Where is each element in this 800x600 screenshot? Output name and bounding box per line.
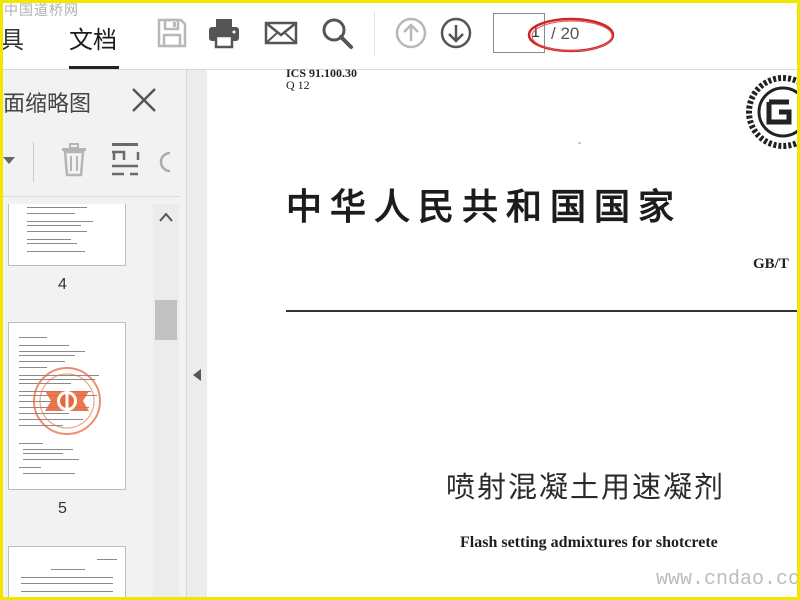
email-icon[interactable] [264, 16, 298, 50]
scroll-up-icon[interactable] [159, 212, 173, 222]
watermark-bottom: www.cndao.com [656, 568, 800, 591]
previous-page-icon[interactable] [394, 16, 428, 50]
thumbnail-label: 5 [58, 500, 67, 517]
watermark-top: 中国道桥网 [4, 3, 79, 19]
thumbnail-label: 4 [58, 276, 67, 293]
scrollbar-thumb[interactable] [155, 300, 177, 340]
highlight-ellipse [527, 17, 615, 53]
document-title-chinese: 喷射混凝土用速凝剂 [446, 470, 726, 504]
page-mark: ˇ [577, 142, 582, 153]
stamp-seal [33, 367, 101, 435]
active-tab-underline [69, 66, 119, 69]
thumbnail-scrollbar[interactable] [153, 204, 179, 600]
gb-code: GB/T [753, 256, 789, 272]
sidebar-toolbar [0, 132, 186, 187]
gb-logo [746, 75, 800, 149]
thumbnail-page-5[interactable] [8, 322, 126, 490]
sidebar-toolbar-divider [33, 142, 34, 182]
sidebar-collapse-strip[interactable] [187, 70, 207, 600]
delete-icon[interactable] [58, 142, 90, 178]
save-icon[interactable] [155, 16, 189, 50]
rotate-icon[interactable] [158, 150, 172, 174]
dropdown-icon[interactable] [2, 156, 16, 166]
heading-rule [286, 310, 800, 312]
next-page-icon[interactable] [439, 16, 473, 50]
tab-document[interactable]: 文档 [69, 20, 117, 55]
national-standard-heading: 中华人民共和国国家 [286, 186, 683, 228]
sidebar-separator [0, 196, 180, 197]
document-title-english: Flash setting admixtures for shotcrete [460, 534, 718, 551]
print-icon[interactable] [207, 16, 241, 50]
classification-code: Q 12 [286, 78, 310, 92]
thumbnail-page-4[interactable] [8, 204, 126, 266]
document-view: ICS 91.100.30 Q 12 ˇ 中华人民共和国国家 GB/T 喷射混凝… [207, 66, 800, 600]
toolbar-separator [374, 12, 375, 56]
close-icon[interactable] [130, 86, 158, 114]
thumbnail-page-6[interactable] [8, 546, 126, 600]
collapse-left-icon[interactable] [191, 368, 203, 382]
thumbnail-sidebar: 面缩略图 4 5 [0, 70, 187, 600]
tab-tools[interactable]: 具 [0, 20, 24, 55]
search-icon[interactable] [320, 16, 354, 50]
sidebar-title: 面缩略图 [3, 92, 92, 117]
toolbar: 中国道桥网 具 文档 1 / 20 [0, 0, 800, 70]
extract-icon[interactable] [110, 140, 140, 180]
thumbnail-list: 4 5 [0, 204, 153, 600]
